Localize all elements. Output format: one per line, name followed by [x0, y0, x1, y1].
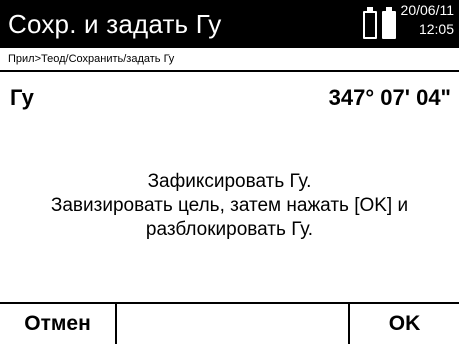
ok-button[interactable]: OK: [348, 304, 459, 344]
instrument-screen: Сохр. и задать Гу 20/06/11 12:05 Прил>Те…: [0, 0, 459, 344]
screen-title: Сохр. и задать Гу: [8, 9, 222, 39]
breadcrumb: Прил>Теод/Сохранить/задать Гу: [8, 53, 175, 65]
instruction-message: Зафиксировать Гу. Завизировать цель, зат…: [0, 170, 459, 242]
hz-angle-value: 347° 07' 04": [328, 85, 451, 110]
battery-empty-icon: [363, 7, 377, 39]
empty-softkey: [117, 304, 348, 344]
status-time: 12:05: [418, 21, 454, 37]
cancel-button[interactable]: Отмен: [0, 304, 117, 344]
status-date: 20/06/11: [400, 2, 454, 18]
softkey-bar: Отмен OK: [0, 302, 459, 344]
battery-full-icon: [382, 7, 396, 39]
hz-angle-label: Гу: [10, 85, 34, 110]
message-line-1: Зафиксировать Гу.: [147, 171, 312, 192]
message-line-2: Завизировать цель, затем нажать [OK] и: [50, 195, 409, 216]
message-line-3: разблокировать Гу.: [145, 219, 314, 240]
title-bar: Сохр. и задать Гу 20/06/11 12:05: [0, 0, 459, 48]
header-divider: [0, 70, 459, 72]
